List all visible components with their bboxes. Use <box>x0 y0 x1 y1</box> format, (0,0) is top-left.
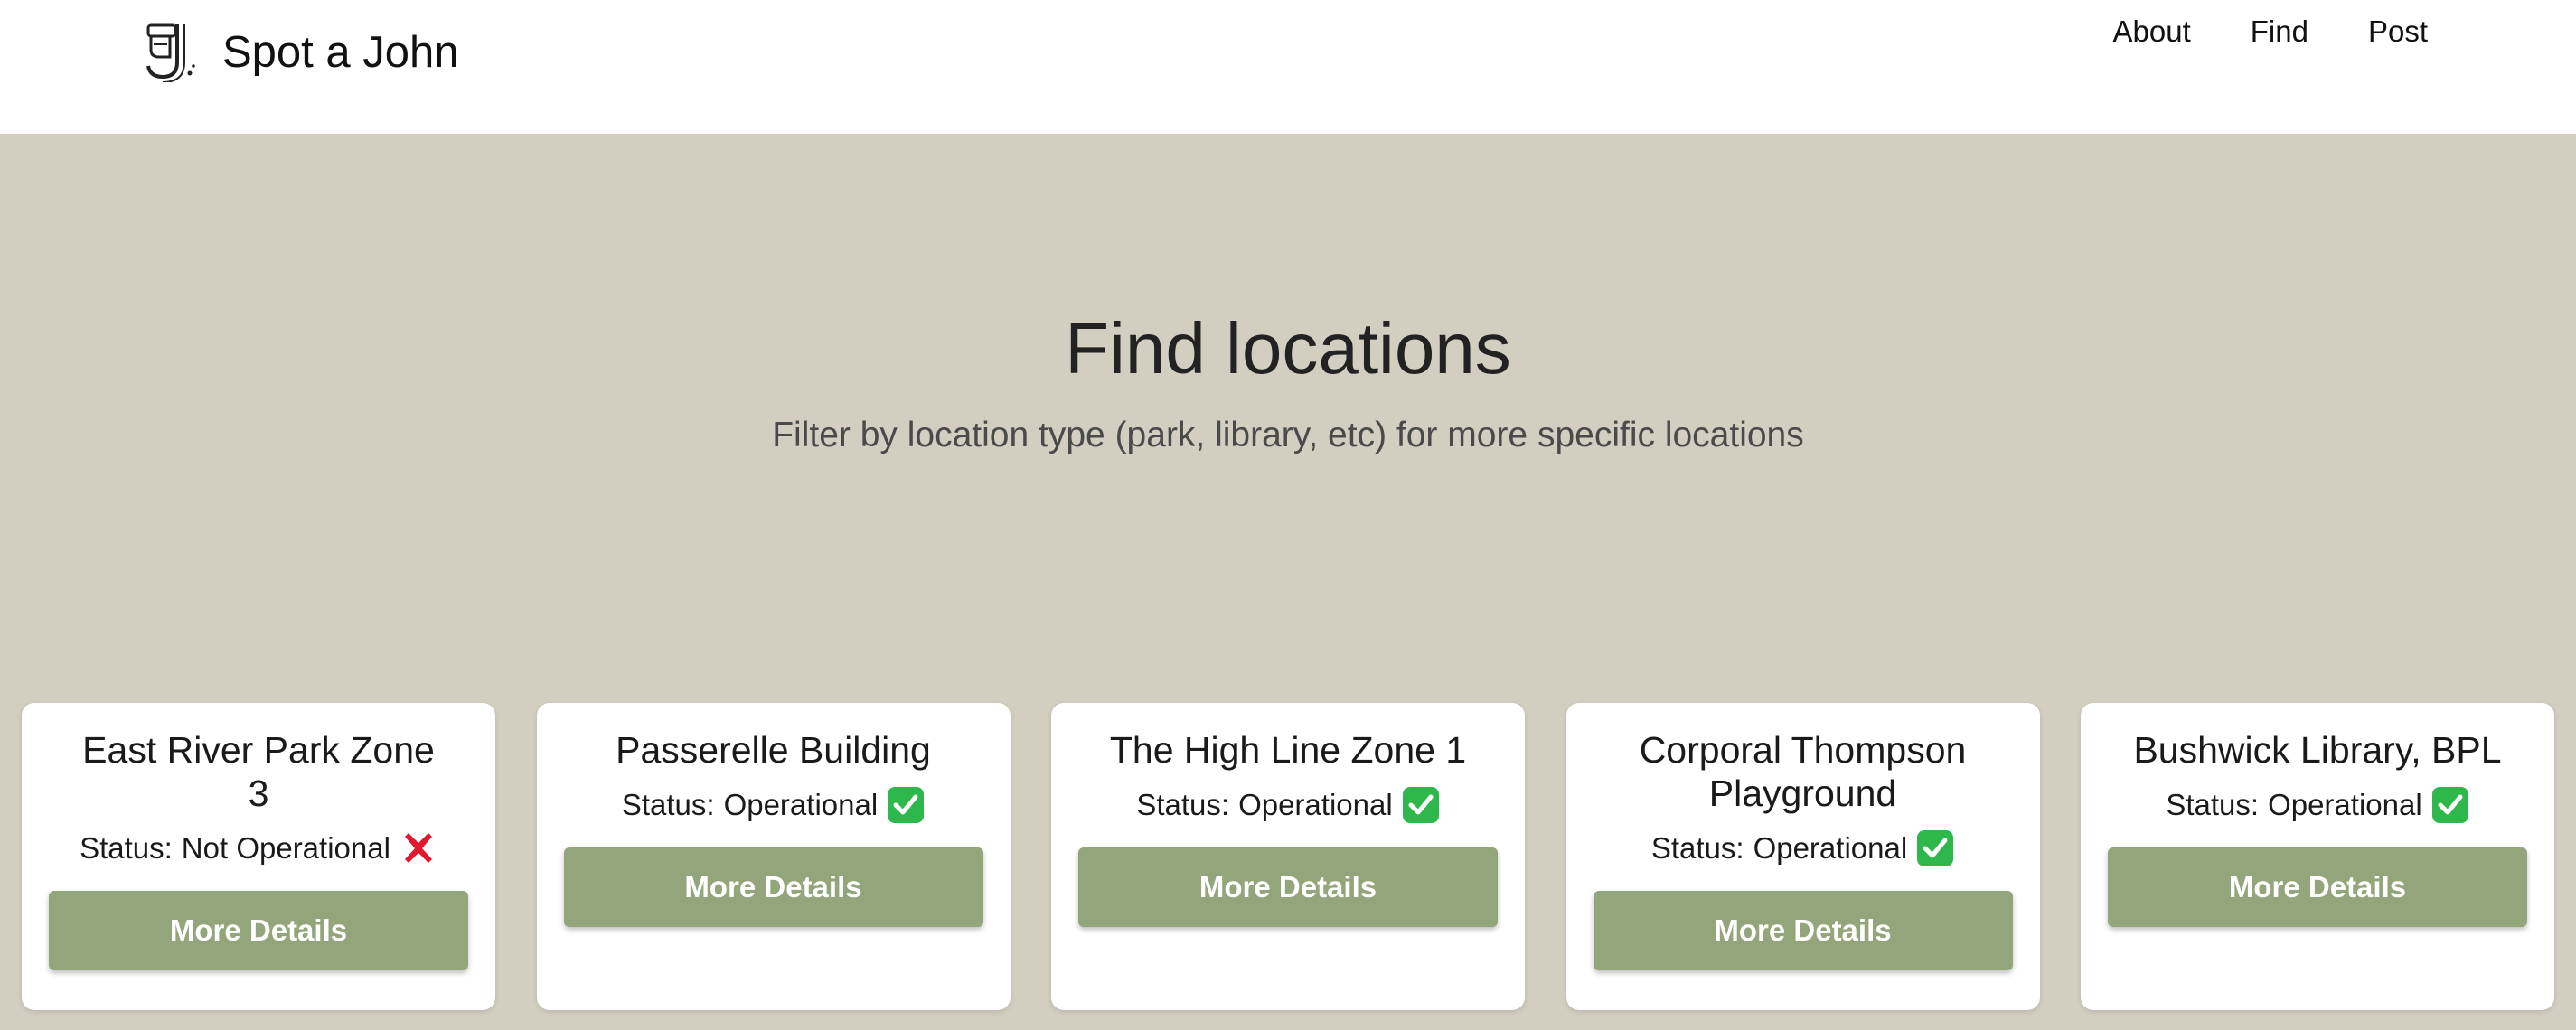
status-value: Operational <box>2268 788 2422 821</box>
page-title: Find locations <box>1065 308 1511 389</box>
status-value: Not Operational <box>181 831 390 865</box>
location-status: Status: Operational <box>1651 829 1954 867</box>
nav-post-link[interactable]: Post <box>2368 14 2428 49</box>
cross-mark-icon <box>404 833 432 863</box>
location-card-list: East River Park Zone 3 Status: Not Opera… <box>22 703 2554 1010</box>
main-nav: About Find Post <box>2113 14 2429 49</box>
status-prefix: Status: <box>1136 788 1230 821</box>
check-mark-icon <box>1917 830 1954 866</box>
location-card: The High Line Zone 1 Status: Operational… <box>1051 703 1525 1010</box>
status-value: Operational <box>1753 831 1908 865</box>
location-card: Passerelle Building Status: Operational … <box>536 703 1011 1010</box>
check-mark-icon <box>2431 787 2468 823</box>
check-mark-icon <box>888 787 925 823</box>
nav-find-link[interactable]: Find <box>2251 14 2308 49</box>
location-status: Status: Operational <box>622 786 925 824</box>
location-card: Corporal Thompson Playground Status: Ope… <box>1565 703 2040 1010</box>
location-card: Bushwick Library, BPL Status: Operationa… <box>2081 703 2554 1010</box>
app-name: Spot a John <box>222 28 459 77</box>
location-status: Status: Operational <box>1136 786 1439 824</box>
more-details-button[interactable]: More Details <box>49 891 468 970</box>
more-details-button[interactable]: More Details <box>1593 891 2013 970</box>
more-details-button[interactable]: More Details <box>2108 847 2527 927</box>
location-status: Status: Not Operational <box>80 829 437 867</box>
location-name: Passerelle Building <box>616 729 931 771</box>
status-prefix: Status: <box>621 788 715 821</box>
status-value: Operational <box>1238 788 1393 821</box>
more-details-button[interactable]: More Details <box>1078 847 1498 927</box>
location-name: The High Line Zone 1 <box>1109 729 1467 771</box>
status-value: Operational <box>723 788 879 821</box>
location-status: Status: Operational <box>2166 786 2468 824</box>
toilet-j-logo-icon <box>146 23 195 82</box>
location-card: East River Park Zone 3 Status: Not Opera… <box>22 703 495 1010</box>
location-name: Corporal Thompson Playground <box>1639 729 1967 814</box>
nav-about-link[interactable]: About <box>2113 14 2191 49</box>
location-name: East River Park Zone 3 <box>82 729 435 814</box>
check-mark-icon <box>1402 787 1439 823</box>
status-prefix: Status: <box>80 831 173 865</box>
status-prefix: Status: <box>1650 831 1744 865</box>
page-subtitle: Filter by location type (park, library, … <box>772 416 1804 454</box>
location-name: Bushwick Library, BPL <box>2133 729 2502 771</box>
status-prefix: Status: <box>2166 788 2260 821</box>
more-details-button[interactable]: More Details <box>563 847 983 927</box>
brand-home-link[interactable]: Spot a John <box>143 16 459 89</box>
top-navbar: Spot a John About Find Post <box>0 0 2576 134</box>
